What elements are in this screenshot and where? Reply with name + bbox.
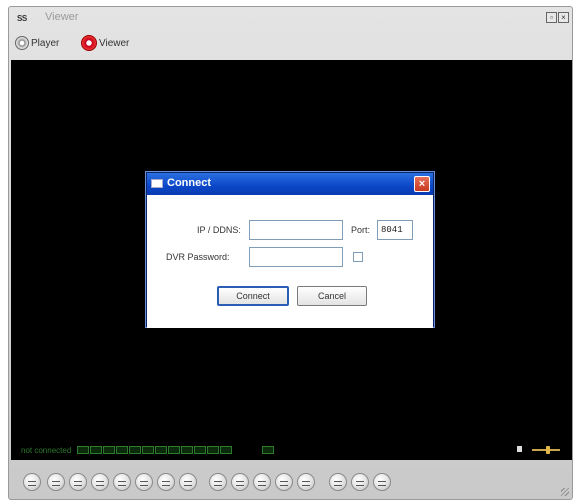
mode-tab-bar: Player Viewer bbox=[9, 31, 572, 55]
viewer-icon bbox=[81, 35, 97, 51]
volume-icon bbox=[517, 446, 522, 452]
ip-input[interactable] bbox=[249, 220, 343, 240]
close-button[interactable]: × bbox=[558, 12, 569, 23]
playback-control-button[interactable] bbox=[113, 473, 131, 491]
dialog-title: Connect bbox=[167, 177, 211, 189]
playback-control-button[interactable] bbox=[275, 473, 293, 491]
playback-control-bar bbox=[11, 465, 572, 497]
tab-player-label: Player bbox=[31, 37, 60, 49]
playback-control-button[interactable] bbox=[91, 473, 109, 491]
playback-control-button[interactable] bbox=[209, 473, 227, 491]
channel-indicator bbox=[194, 446, 207, 454]
connect-button[interactable]: Connect bbox=[217, 286, 289, 306]
playback-control-button[interactable] bbox=[47, 473, 65, 491]
dialog-close-button[interactable]: × bbox=[414, 176, 430, 192]
channel-indicator bbox=[220, 446, 233, 454]
channel-indicator bbox=[207, 446, 220, 454]
cancel-button[interactable]: Cancel bbox=[297, 286, 367, 306]
app-logo: SS bbox=[17, 14, 27, 23]
password-input[interactable] bbox=[249, 247, 343, 267]
window-title: Viewer bbox=[45, 11, 79, 23]
channel-indicator bbox=[129, 446, 142, 454]
connect-dialog: Connect × IP / DDNS: Port: 8041 DVR Pass… bbox=[146, 172, 434, 328]
title-bar: SS Viewer ▫ × bbox=[9, 7, 572, 31]
playback-control-button[interactable] bbox=[69, 473, 87, 491]
resize-grip[interactable] bbox=[561, 488, 569, 496]
window-icon bbox=[151, 179, 163, 188]
channel-indicator bbox=[168, 446, 181, 454]
channel-indicator bbox=[116, 446, 129, 454]
playback-control-button[interactable] bbox=[231, 473, 249, 491]
tab-viewer-label: Viewer bbox=[99, 37, 130, 49]
playback-control-button[interactable] bbox=[329, 473, 347, 491]
channel-indicator bbox=[77, 446, 90, 454]
channel-indicator bbox=[90, 446, 103, 454]
connection-status: not connected bbox=[21, 445, 72, 455]
playback-control-button[interactable] bbox=[179, 473, 197, 491]
dialog-body: IP / DDNS: Port: 8041 DVR Password: Conn… bbox=[147, 195, 433, 328]
channel-indicator-strip bbox=[77, 446, 233, 454]
playback-control-button[interactable] bbox=[297, 473, 315, 491]
password-label: DVR Password: bbox=[166, 252, 230, 262]
remember-checkbox[interactable] bbox=[353, 252, 363, 262]
dialog-title-bar: Connect × bbox=[147, 173, 433, 195]
playback-control-button[interactable] bbox=[351, 473, 369, 491]
port-label: Port: bbox=[351, 225, 371, 235]
minimize-button[interactable]: ▫ bbox=[546, 12, 557, 23]
player-icon bbox=[15, 36, 29, 50]
channel-indicator bbox=[103, 446, 116, 454]
playback-control-button[interactable] bbox=[373, 473, 391, 491]
ip-label: IP / DDNS: bbox=[197, 225, 241, 235]
record-indicator bbox=[262, 446, 275, 454]
channel-indicator bbox=[142, 446, 155, 454]
status-row: not connected bbox=[21, 445, 275, 455]
playback-control-button[interactable] bbox=[23, 473, 41, 491]
channel-indicator bbox=[181, 446, 194, 454]
tab-player[interactable]: Player bbox=[15, 35, 59, 51]
tab-viewer[interactable]: Viewer bbox=[81, 35, 129, 51]
port-input[interactable]: 8041 bbox=[377, 220, 413, 240]
playback-control-button[interactable] bbox=[157, 473, 175, 491]
playback-control-button[interactable] bbox=[135, 473, 153, 491]
playback-control-button[interactable] bbox=[253, 473, 271, 491]
channel-indicator bbox=[155, 446, 168, 454]
volume-slider-handle[interactable] bbox=[546, 446, 550, 454]
